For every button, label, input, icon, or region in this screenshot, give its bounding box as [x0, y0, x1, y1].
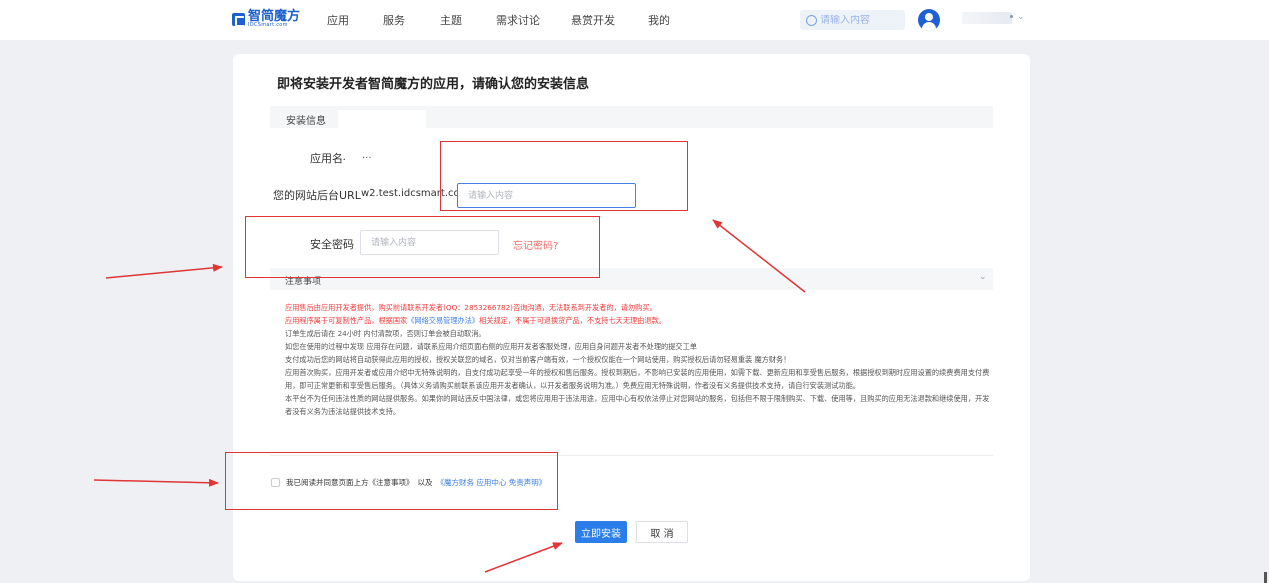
nav-item-themes[interactable]: 主题	[440, 12, 462, 28]
page-title: 即将安装开发者智简魔方的应用，请确认您的安装信息	[277, 77, 590, 92]
nav-item-discussions[interactable]: 需求讨论	[496, 12, 540, 28]
password-input[interactable]	[360, 230, 499, 255]
note-line: 应用首次购买，应用开发者或应用介绍中无特殊说明的，自支付成功起享受一年的授权和售…	[285, 368, 990, 390]
regulation-link[interactable]: 《网络交易管理办法》	[407, 316, 479, 325]
divider	[270, 455, 993, 456]
agree-text: 我已阅读并同意页面上方	[286, 478, 369, 487]
notes-title: 注意事项	[285, 277, 322, 287]
chevron-down-icon[interactable]: ⌄	[1017, 12, 1025, 22]
notes-header[interactable]	[270, 268, 993, 290]
app-name-label-suffix: ..	[339, 150, 346, 163]
nav-item-apps[interactable]: 应用	[327, 12, 349, 28]
logo-subtext: IDCSmart.com	[248, 22, 288, 28]
logo-icon	[232, 12, 245, 27]
scrollbar-thumb[interactable]	[1264, 572, 1267, 583]
section-title: 安装信息	[286, 116, 326, 127]
note-line: 本平台不为任何违法性质的网站提供服务。如果你的网站违反中国法律，或您将应用用于违…	[285, 394, 990, 416]
nav-item-services[interactable]: 服务	[383, 12, 405, 28]
avatar[interactable]	[918, 9, 940, 31]
install-button[interactable]: 立即安装	[575, 521, 627, 543]
agree-checkbox[interactable]	[271, 478, 280, 487]
forgot-password-link[interactable]: 忘记密码?	[513, 237, 558, 252]
chevron-down-icon[interactable]: ⌄	[979, 272, 987, 282]
agree-notice: 《注意事项》	[368, 478, 414, 487]
nav-item-bounty[interactable]: 悬赏开发	[571, 12, 615, 28]
disclaimer-link[interactable]: 《魔方财务 应用中心 免责声明》	[437, 477, 547, 488]
url-input[interactable]	[457, 183, 636, 208]
note-line: 应用程序属于可复制性产品，根据国家《网络交易管理办法》相关规定，不属于可退换货产…	[285, 316, 666, 325]
logo[interactable]: 智简魔方 IDCSmart.com	[232, 10, 300, 28]
url-label: 您的网站后台URL	[273, 189, 361, 202]
url-prefix: w2.test.idcsmart.com/	[361, 188, 473, 199]
search-box[interactable]	[800, 10, 905, 30]
agree-and: 以及	[417, 478, 433, 487]
app-name-value: ...	[362, 150, 372, 161]
search-icon	[806, 14, 817, 26]
username-redacted[interactable]	[962, 12, 1012, 24]
note-line: 支付成功后您的网站将自动获得此应用的授权，授权关联您的域名，仅对当前客户端有效，…	[285, 355, 791, 364]
notes-content: 应用售后由应用开发者提供，购买前请联系开发者(QQ：2853266782)咨询沟…	[285, 301, 990, 418]
cancel-button[interactable]: 取 消	[636, 521, 688, 543]
note-line: 应用售后由应用开发者提供，购买前请联系开发者(QQ：2853266782)咨询沟…	[285, 303, 657, 312]
agreement-row: 我已阅读并同意页面上方 《注意事项》 以及 《魔方财务 应用中心 免责声明》	[271, 477, 546, 488]
search-input[interactable]	[820, 14, 900, 26]
note-line: 如您在使用的过程中发现 应用存在问题，请联系应用介绍页面右侧的应用开发者客服处理…	[285, 342, 697, 351]
top-nav: 智简魔方 IDCSmart.com 应用 服务 主题 需求讨论 悬赏开发 我的 …	[0, 0, 1269, 40]
nav-item-mine[interactable]: 我的	[648, 12, 670, 28]
redacted-area	[338, 110, 426, 128]
user-status-dot	[1010, 15, 1013, 18]
note-line: 订单生成后请在 24小时 内付清款项，否则订单会被自动取消。	[285, 329, 486, 338]
password-label: 安全密码	[310, 238, 354, 251]
